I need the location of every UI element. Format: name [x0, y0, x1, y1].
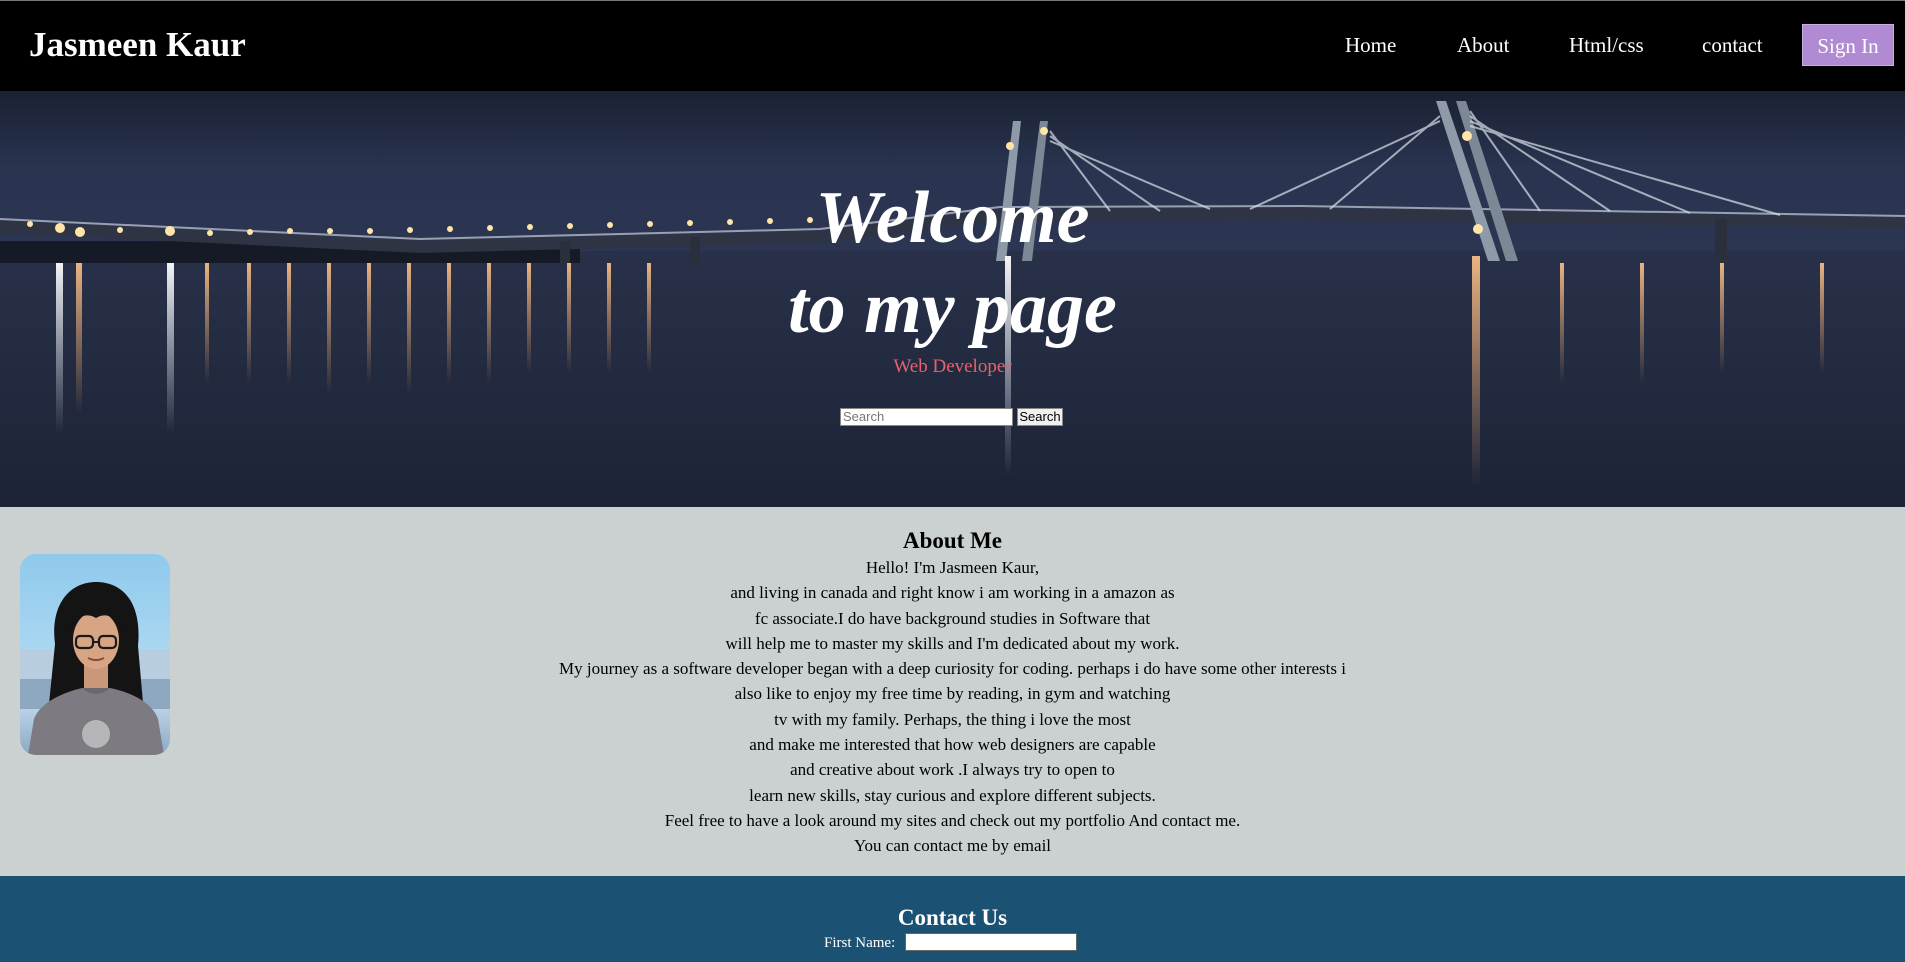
about-line: You can contact me by email [853, 836, 1052, 856]
hero-subtitle: Web Developer [893, 356, 1012, 377]
contact-heading: Contact Us [897, 905, 1008, 930]
about-heading: About Me [902, 528, 1003, 553]
hero-title-line-2: to my page [788, 267, 1117, 349]
about-paragraph: Hello! I'm Jasmeen Kaur, and living in c… [0, 555, 1905, 859]
search-button[interactable]: Search [1017, 408, 1063, 426]
about-line: and make me interested that how web desi… [749, 735, 1156, 755]
search-input[interactable]: Search [840, 408, 1013, 426]
about-line: also like to enjoy my free time by readi… [734, 684, 1171, 704]
about-line: Feel free to have a look around my sites… [664, 810, 1241, 830]
about-line: and living in canada and right know i am… [730, 583, 1175, 603]
hero-title-line-1: Welcome [815, 177, 1090, 259]
navbar: Jasmeen Kaur Home About Html/css contact… [0, 0, 1905, 91]
about-line: Hello! I'm Jasmeen Kaur, [865, 558, 1040, 577]
nav-home[interactable]: Home [1345, 31, 1396, 59]
about-line: fc associate.I do have background studie… [754, 608, 1151, 628]
hero-banner: Welcome to my page Web Developer Search … [0, 91, 1905, 507]
about-line: tv with my family. Perhaps, the thing i … [774, 709, 1131, 729]
nav-about[interactable]: About [1457, 31, 1510, 59]
about-line: My journey as a software developer began… [559, 659, 1346, 679]
about-line: learn new skills, stay curious and explo… [749, 785, 1156, 805]
sign-in-button[interactable]: Sign In [1802, 24, 1894, 66]
nav-html-css[interactable]: Html/css [1569, 31, 1644, 59]
about-section: About Me Hello! I'm Jasmeen Kaur, and li… [0, 507, 1905, 876]
contact-section: Contact Us First Name: [0, 876, 1905, 962]
first-name-label: First Name: [824, 935, 896, 951]
first-name-input[interactable] [905, 933, 1077, 951]
nav-contact[interactable]: contact [1702, 31, 1763, 59]
about-line: will help me to master my skills and I'm… [725, 633, 1180, 653]
brand-title[interactable]: Jasmeen Kaur [29, 23, 246, 67]
hero-title: Welcome to my page [0, 173, 1905, 353]
about-line: and creative about work .I always try to… [790, 760, 1115, 780]
